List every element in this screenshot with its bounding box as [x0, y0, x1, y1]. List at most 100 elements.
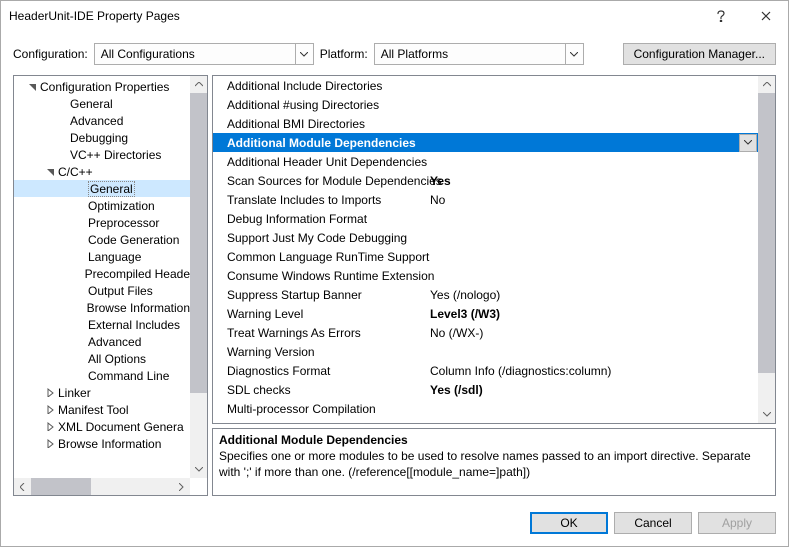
- scroll-track[interactable]: [758, 373, 775, 406]
- tree-item[interactable]: All Options: [14, 350, 190, 367]
- property-row[interactable]: Additional Module Dependencies: [213, 133, 758, 152]
- property-name: Additional Include Directories: [213, 79, 428, 93]
- property-row[interactable]: Warning Version: [213, 342, 758, 361]
- tree-item-label: Precompiled Heade: [85, 267, 190, 281]
- property-name: Additional Header Unit Dependencies: [213, 155, 428, 169]
- scroll-track[interactable]: [190, 393, 207, 461]
- apply-button[interactable]: Apply: [698, 512, 776, 534]
- scroll-right-icon[interactable]: [173, 478, 190, 495]
- tree-arrow-icon[interactable]: [74, 217, 86, 229]
- tree-arrow-icon[interactable]: [74, 200, 86, 212]
- scroll-thumb[interactable]: [190, 93, 207, 393]
- tree-item[interactable]: Language: [14, 248, 190, 265]
- scroll-up-icon[interactable]: [190, 76, 207, 93]
- property-row[interactable]: Additional Header Unit Dependencies: [213, 152, 758, 171]
- close-button[interactable]: [743, 1, 788, 31]
- ok-button[interactable]: OK: [530, 512, 608, 534]
- property-row[interactable]: Support Just My Code Debugging: [213, 228, 758, 247]
- tree-item-label: Preprocessor: [88, 216, 159, 230]
- property-row[interactable]: Treat Warnings As ErrorsNo (/WX-): [213, 323, 758, 342]
- scroll-thumb[interactable]: [758, 93, 775, 373]
- tree-item[interactable]: Output Files: [14, 282, 190, 299]
- tree-arrow-icon[interactable]: [44, 387, 56, 399]
- tree-arrow-icon[interactable]: [56, 98, 68, 110]
- configuration-manager-button[interactable]: Configuration Manager...: [623, 43, 776, 65]
- tree-item[interactable]: Browse Information: [14, 299, 190, 316]
- tree-item[interactable]: Code Generation: [14, 231, 190, 248]
- tree-item[interactable]: Debugging: [14, 129, 190, 146]
- property-row[interactable]: Translate Includes to ImportsNo: [213, 190, 758, 209]
- grid-scrollbar-vertical[interactable]: [758, 76, 775, 423]
- tree-arrow-icon[interactable]: [74, 285, 86, 297]
- scroll-left-icon[interactable]: [14, 478, 31, 495]
- tree-arrow-icon[interactable]: [74, 370, 86, 382]
- description-title: Additional Module Dependencies: [219, 433, 769, 447]
- tree-arrow-icon[interactable]: [44, 404, 56, 416]
- tree-arrow-icon[interactable]: [74, 234, 86, 246]
- tree-view[interactable]: Configuration PropertiesGeneralAdvancedD…: [13, 75, 208, 496]
- chevron-down-icon[interactable]: [565, 44, 583, 64]
- property-row[interactable]: Common Language RunTime Support: [213, 247, 758, 266]
- scroll-down-icon[interactable]: [190, 461, 207, 478]
- tree-item-label: Debugging: [70, 131, 128, 145]
- tree-arrow-icon[interactable]: [44, 438, 56, 450]
- property-row[interactable]: Diagnostics FormatColumn Info (/diagnost…: [213, 361, 758, 380]
- tree-item[interactable]: External Includes: [14, 316, 190, 333]
- property-row[interactable]: Scan Sources for Module DependenciesYes: [213, 171, 758, 190]
- property-row[interactable]: Additional #using Directories: [213, 95, 758, 114]
- property-row[interactable]: Consume Windows Runtime Extension: [213, 266, 758, 285]
- property-row[interactable]: Debug Information Format: [213, 209, 758, 228]
- property-row[interactable]: Enable Address SanitizerNo: [213, 418, 758, 423]
- tree-item[interactable]: Browse Information: [14, 435, 190, 452]
- tree-item[interactable]: General: [14, 180, 190, 197]
- tree-item-label: Manifest Tool: [58, 403, 128, 417]
- scroll-down-icon[interactable]: [758, 406, 775, 423]
- configuration-combo[interactable]: All Configurations: [94, 43, 314, 65]
- property-row[interactable]: SDL checksYes (/sdl): [213, 380, 758, 399]
- scroll-track[interactable]: [91, 478, 173, 495]
- tree-item[interactable]: Configuration Properties: [14, 78, 190, 95]
- property-row[interactable]: Multi-processor Compilation: [213, 399, 758, 418]
- tree-item-label: Browse Information: [58, 437, 161, 451]
- tree-item[interactable]: General: [14, 95, 190, 112]
- chevron-down-icon[interactable]: [295, 44, 313, 64]
- tree-arrow-icon[interactable]: [26, 81, 38, 93]
- property-row[interactable]: Warning LevelLevel3 (/W3): [213, 304, 758, 323]
- tree-arrow-icon[interactable]: [56, 149, 68, 161]
- tree-arrow-icon[interactable]: [44, 166, 56, 178]
- platform-combo[interactable]: All Platforms: [374, 43, 584, 65]
- property-grid[interactable]: Additional Include Directories Additional…: [212, 75, 776, 424]
- tree-arrow-icon[interactable]: [74, 353, 86, 365]
- tree-arrow-icon[interactable]: [74, 183, 86, 195]
- property-row[interactable]: Additional BMI Directories: [213, 114, 758, 133]
- tree-item[interactable]: Precompiled Heade: [14, 265, 190, 282]
- property-name: Additional Module Dependencies: [213, 136, 428, 150]
- tree-item[interactable]: VC++ Directories: [14, 146, 190, 163]
- tree-arrow-icon[interactable]: [74, 319, 86, 331]
- cancel-button[interactable]: Cancel: [614, 512, 692, 534]
- tree-arrow-icon[interactable]: [56, 115, 68, 127]
- tree-arrow-icon[interactable]: [74, 251, 86, 263]
- dropdown-icon[interactable]: [739, 134, 757, 152]
- tree-arrow-icon[interactable]: [44, 421, 56, 433]
- tree-arrow-icon[interactable]: [56, 132, 68, 144]
- tree-arrow-icon[interactable]: [74, 268, 83, 280]
- tree-item[interactable]: Linker: [14, 384, 190, 401]
- tree-arrow-icon[interactable]: [74, 336, 86, 348]
- tree-scrollbar-horizontal[interactable]: [14, 478, 190, 495]
- tree-scrollbar-vertical[interactable]: [190, 76, 207, 478]
- property-row[interactable]: Suppress Startup BannerYes (/nologo): [213, 285, 758, 304]
- tree-item[interactable]: Advanced: [14, 333, 190, 350]
- tree-item[interactable]: XML Document Genera: [14, 418, 190, 435]
- tree-item[interactable]: Manifest Tool: [14, 401, 190, 418]
- tree-item[interactable]: Command Line: [14, 367, 190, 384]
- tree-item[interactable]: Preprocessor: [14, 214, 190, 231]
- tree-item[interactable]: Advanced: [14, 112, 190, 129]
- property-row[interactable]: Additional Include Directories: [213, 76, 758, 95]
- scroll-up-icon[interactable]: [758, 76, 775, 93]
- tree-item[interactable]: C/C++: [14, 163, 190, 180]
- scroll-thumb[interactable]: [31, 478, 91, 495]
- tree-item[interactable]: Optimization: [14, 197, 190, 214]
- help-button[interactable]: [698, 1, 743, 31]
- tree-arrow-icon[interactable]: [74, 302, 85, 314]
